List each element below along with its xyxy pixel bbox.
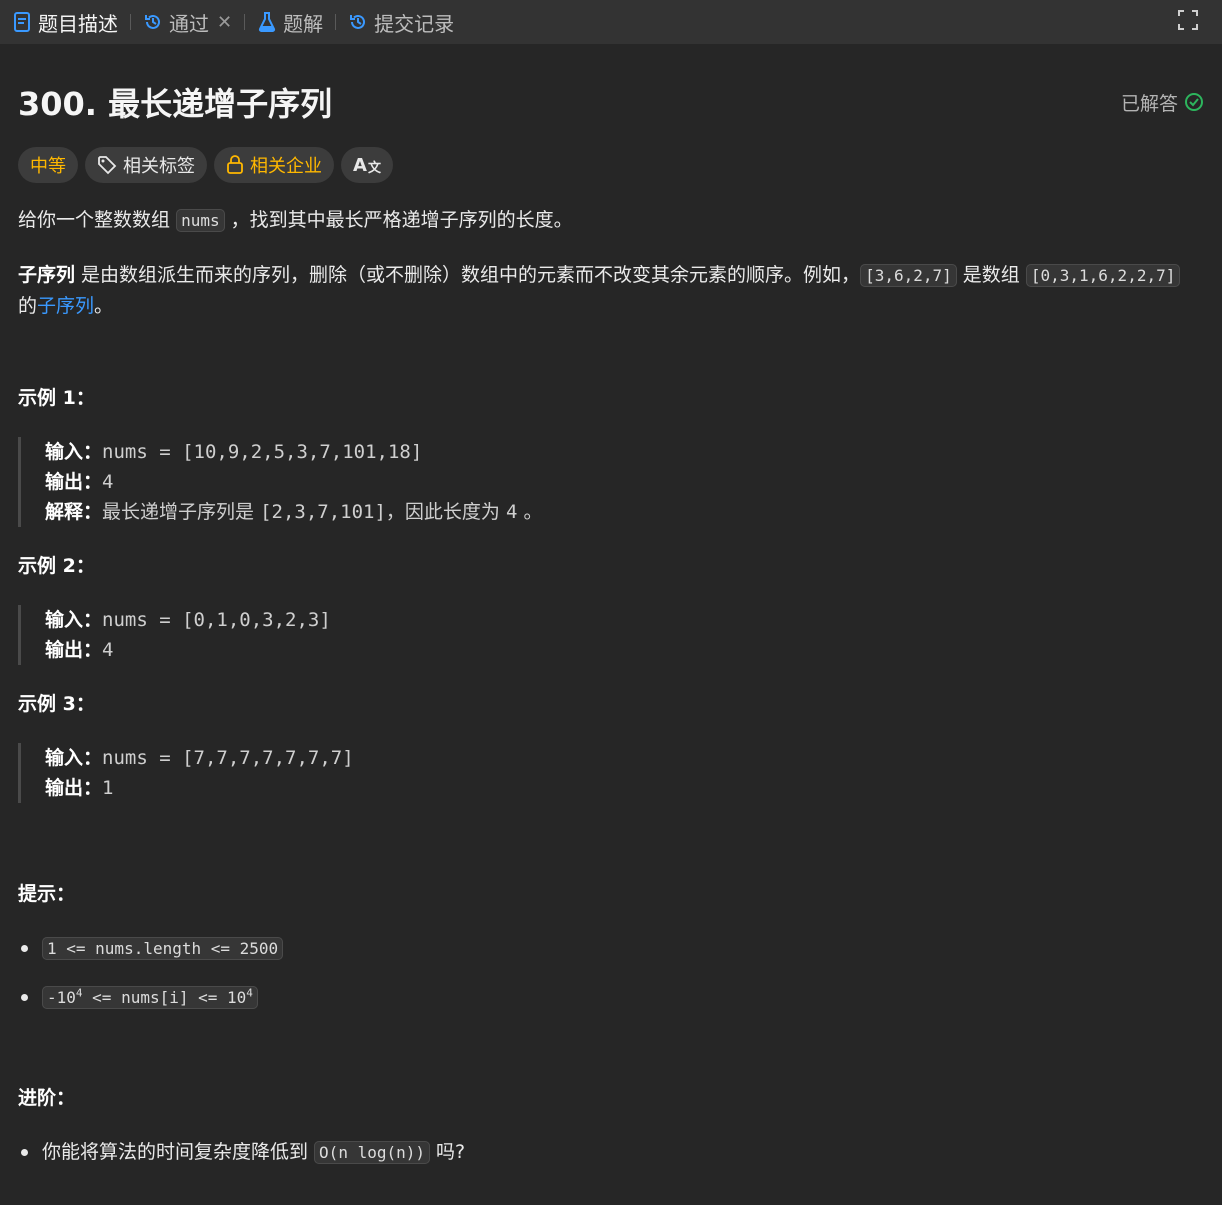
tab-passed-label: 通过 — [169, 11, 209, 36]
example-1-title: 示例 1： — [18, 387, 95, 409]
close-icon[interactable]: ✕ — [217, 12, 232, 33]
difficulty-badge: 中等 — [18, 147, 78, 183]
tab-divider — [244, 14, 246, 30]
translate-button[interactable]: A文 — [341, 147, 393, 183]
example-3-block: 输入：nums = [7,7,7,7,7,7,7] 输出：1 — [18, 743, 1198, 803]
fullscreen-icon[interactable] — [1176, 8, 1200, 32]
check-circle-icon — [1185, 93, 1203, 111]
list-item: 你能将算法的时间复杂度降低到 O(n log(n)) 吗? — [18, 1137, 1198, 1168]
title-row: 300. 最长递增子序列 已解答 — [18, 80, 1204, 124]
followup-title: 进阶： — [18, 1087, 76, 1109]
history-icon — [346, 10, 370, 34]
subsequence-link[interactable]: 子序列 — [37, 295, 94, 317]
tab-bar: 题目描述 通过 ✕ 题解 提交记录 — [0, 0, 1222, 44]
followup-list: 你能将算法的时间复杂度降低到 O(n log(n)) 吗? — [18, 1137, 1198, 1168]
solved-status: 已解答 — [1121, 89, 1204, 116]
tab-description[interactable]: 题目描述 — [10, 0, 118, 44]
tab-divider — [130, 14, 131, 30]
tab-submissions-label: 提交记录 — [374, 11, 455, 36]
history-icon — [141, 10, 165, 34]
flask-icon — [255, 10, 279, 34]
constraints-title: 提示： — [18, 883, 76, 905]
inline-code: [0,3,1,6,2,2,7] — [1025, 264, 1181, 287]
example-1-block: 输入：nums = [10,9,2,5,3,7,101,18] 输出：4 解释：… — [18, 437, 1198, 527]
inline-code: nums — [176, 209, 225, 232]
inline-code: [3,6,2,7] — [860, 264, 957, 287]
tab-submissions[interactable]: 提交记录 — [346, 0, 454, 44]
related-companies-label: 相关企业 — [250, 156, 322, 177]
chip-row: 中等 相关标签 相关企业 A文 — [18, 147, 393, 183]
related-companies-button[interactable]: 相关企业 — [214, 147, 334, 183]
document-icon — [10, 10, 34, 34]
example-2-block: 输入：nums = [0,1,0,3,2,3] 输出：4 — [18, 605, 1198, 665]
example-3-title: 示例 3： — [18, 693, 95, 715]
related-tags-label: 相关标签 — [123, 156, 195, 177]
translate-icon: A文 — [353, 154, 381, 176]
difficulty-label: 中等 — [30, 156, 66, 177]
solved-label: 已解答 — [1120, 92, 1178, 115]
lock-icon — [226, 155, 244, 175]
tab-divider — [335, 14, 337, 30]
tab-solutions[interactable]: 题解 — [255, 0, 323, 44]
description-paragraph-2: 子序列 是由数组派生而来的序列，删除（或不删除）数组中的元素而不改变其余元素的顺… — [18, 260, 1198, 321]
problem-description: 给你一个整数数组 nums ，找到其中最长严格递增子序列的长度。 子序列 是由数… — [18, 205, 1198, 1186]
list-item: -104 <= nums[i] <= 104 — [18, 982, 1198, 1013]
tab-passed[interactable]: 通过 ✕ — [141, 0, 232, 44]
tab-description-label: 题目描述 — [38, 11, 118, 36]
tag-icon — [97, 155, 117, 175]
constraints-list: 1 <= nums.length <= 2500 -104 <= nums[i]… — [18, 933, 1198, 1013]
example-2-title: 示例 2： — [18, 555, 95, 577]
list-item: 1 <= nums.length <= 2500 — [18, 933, 1198, 964]
tab-solutions-label: 题解 — [283, 11, 324, 36]
related-tags-button[interactable]: 相关标签 — [85, 147, 207, 183]
description-paragraph-1: 给你一个整数数组 nums ，找到其中最长严格递增子序列的长度。 — [18, 209, 573, 232]
problem-title: 300. 最长递增子序列 — [18, 85, 333, 123]
